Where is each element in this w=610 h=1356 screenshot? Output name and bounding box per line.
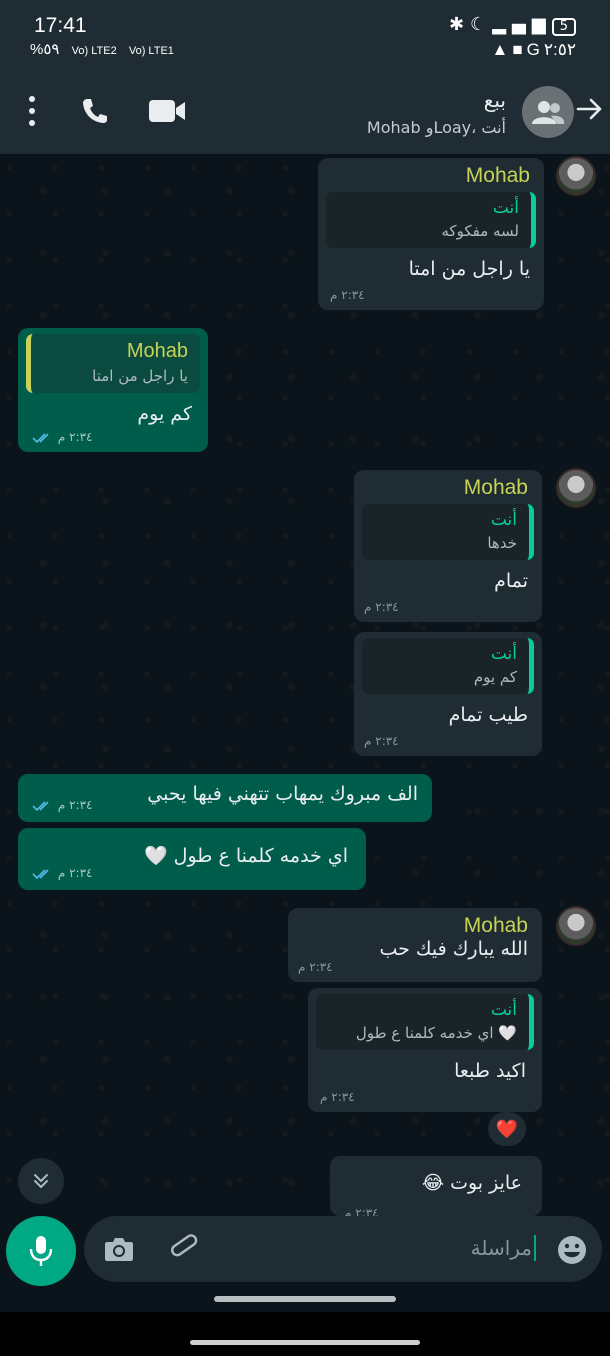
status-clock-arabic: ٢:٥٢ xyxy=(543,40,576,59)
quoted-message[interactable]: Mohab يا راجل من امتا xyxy=(26,334,200,393)
group-avatar[interactable] xyxy=(522,86,574,138)
sender-avatar[interactable] xyxy=(556,156,596,196)
quote-author: أنت xyxy=(490,644,517,664)
message-text: تمام xyxy=(494,570,528,592)
emoji-icon[interactable] xyxy=(556,1234,588,1266)
message-bubble[interactable]: Mohab الله يبارك فيك حب ٢:٣٤ م xyxy=(288,908,542,982)
sender-name[interactable]: Mohab xyxy=(326,164,536,188)
quote-text: لسه مفكوكه xyxy=(441,222,519,240)
read-ticks-icon xyxy=(32,432,49,443)
message-bubble[interactable]: عايز بوت 😂 ٢:٣٤ م xyxy=(330,1156,542,1216)
message-bubble[interactable]: الف مبروك يمهاب تتهني فيها يحبي ٢:٣٤ م xyxy=(18,774,432,822)
quote-text: اي خدمه كلمنا ع طول 🤍 xyxy=(355,1024,517,1042)
sender-name[interactable]: Mohab xyxy=(362,476,534,500)
read-ticks-icon xyxy=(32,800,49,811)
group-members[interactable]: Mohab وLoay، أنت xyxy=(367,118,506,137)
google-icon: G xyxy=(526,40,544,59)
message-bubble[interactable]: Mohab أنت لسه مفكوكه يا راجل من امتا ٢:٣… xyxy=(318,158,544,310)
message-meta: ٢:٣٤ م xyxy=(32,798,92,812)
group-avatar-icon xyxy=(532,101,565,124)
quoted-message[interactable]: أنت خدها xyxy=(362,504,534,560)
message-time: ٢:٣٤ م xyxy=(57,866,93,880)
bluetooth-icon: ✱ xyxy=(448,14,471,35)
message-time: ٢:٣٤ م xyxy=(57,798,93,812)
message-time: ٢:٣٤ م xyxy=(298,960,333,974)
message-bubble[interactable]: أنت اي خدمه كلمنا ع طول 🤍 اكيد طبعا ٢:٣٤… xyxy=(308,988,542,1112)
message-bubble[interactable]: أنت كم يوم طيب تمام ٢:٣٤ م xyxy=(354,632,542,756)
message-bubble[interactable]: Mohab يا راجل من امتا كم يوم ٢:٣٤ م xyxy=(18,328,208,452)
sender-avatar[interactable] xyxy=(556,468,596,508)
camera-icon[interactable] xyxy=(104,1236,134,1262)
message-meta: ٢:٣٤ م xyxy=(32,430,92,444)
status-bar: 17:41 %٥٩ Vo) LTE2 Vo) LTE1 ✱☾▂▄▆ 5 ▲■G٢:… xyxy=(0,0,610,70)
more-options-icon[interactable] xyxy=(20,94,44,128)
message-time: ٢:٣٤ م xyxy=(364,600,399,614)
message-time: ٢:٣٤ م xyxy=(344,1206,379,1216)
status-battery-percent: %٥٩ Vo) LTE2 Vo) LTE1 xyxy=(30,41,174,58)
mic-button[interactable] xyxy=(6,1216,76,1286)
quote-text: كم يوم xyxy=(473,668,517,686)
chat-header: ببع Mohab وLoay، أنت xyxy=(0,70,610,154)
dnd-moon-icon: ☾ xyxy=(470,14,493,35)
quote-author: أنت xyxy=(490,1000,517,1020)
video-call-icon[interactable] xyxy=(148,98,186,124)
quote-text: يا راجل من امتا xyxy=(92,367,188,385)
message-text: اكيد طبعا xyxy=(454,1060,526,1082)
message-bubble[interactable]: اي خدمه كلمنا ع طول 🤍 ٢:٣٤ م xyxy=(18,828,366,890)
phone-icon[interactable] xyxy=(80,96,110,126)
message-time: ٢:٣٤ م xyxy=(320,1090,355,1104)
message-time: ٢:٣٤ م xyxy=(330,288,365,302)
battery-icon: 5 xyxy=(551,18,576,36)
quoted-message[interactable]: أنت لسه مفكوكه xyxy=(326,192,536,248)
message-input[interactable]: مراسلة xyxy=(84,1216,602,1282)
scroll-down-button[interactable] xyxy=(18,1158,64,1204)
message-time: ٢:٣٤ م xyxy=(364,734,399,748)
chat-notif-icon: ■ xyxy=(512,40,527,59)
back-arrow-icon[interactable] xyxy=(574,94,604,124)
quoted-message[interactable]: أنت كم يوم xyxy=(362,638,534,694)
quoted-message[interactable]: أنت اي خدمه كلمنا ع طول 🤍 xyxy=(316,994,534,1050)
quote-author: أنت xyxy=(492,198,519,218)
message-text: طيب تمام xyxy=(448,704,528,726)
keyboard-handle xyxy=(214,1296,396,1302)
mic-icon xyxy=(29,1236,53,1266)
message-input-placeholder[interactable]: مراسلة xyxy=(471,1235,536,1261)
home-gesture-bar[interactable] xyxy=(190,1340,420,1345)
quote-author: أنت xyxy=(490,510,517,530)
sender-avatar[interactable] xyxy=(556,906,596,946)
message-meta: ٢:٣٤ م xyxy=(32,866,92,880)
message-text: اي خدمه كلمنا ع طول 🤍 xyxy=(143,845,348,867)
message-time: ٢:٣٤ م xyxy=(57,430,93,444)
sender-name[interactable]: Mohab xyxy=(296,914,534,938)
attach-icon[interactable] xyxy=(168,1232,202,1266)
scroll-down-icon xyxy=(34,1174,48,1188)
message-text: كم يوم xyxy=(137,403,192,425)
signal-icon: ▂▄▆ xyxy=(492,14,552,35)
message-reaction[interactable]: ❤️ xyxy=(488,1112,526,1146)
message-bubble[interactable]: Mohab أنت خدها تمام ٢:٣٤ م xyxy=(354,470,542,622)
message-text: الله يبارك فيك حب xyxy=(379,938,528,960)
group-title[interactable]: ببع xyxy=(484,88,506,112)
chat-area[interactable]: Mohab أنت لسه مفكوكه يا راجل من امتا ٢:٣… xyxy=(0,154,610,1216)
system-nav-bar xyxy=(0,1312,610,1356)
quote-text: خدها xyxy=(487,534,517,552)
status-icons: ✱☾▂▄▆ 5 xyxy=(449,14,576,36)
status-icons-row2: ▲■G٢:٥٢ xyxy=(492,40,576,60)
quote-author: Mohab xyxy=(126,340,188,362)
message-text: يا راجل من امتا xyxy=(408,258,530,280)
warning-icon: ▲ xyxy=(491,40,513,59)
status-time: 17:41 xyxy=(34,14,87,37)
read-ticks-icon xyxy=(32,868,49,879)
message-text: عايز بوت 😂 xyxy=(421,1172,522,1194)
